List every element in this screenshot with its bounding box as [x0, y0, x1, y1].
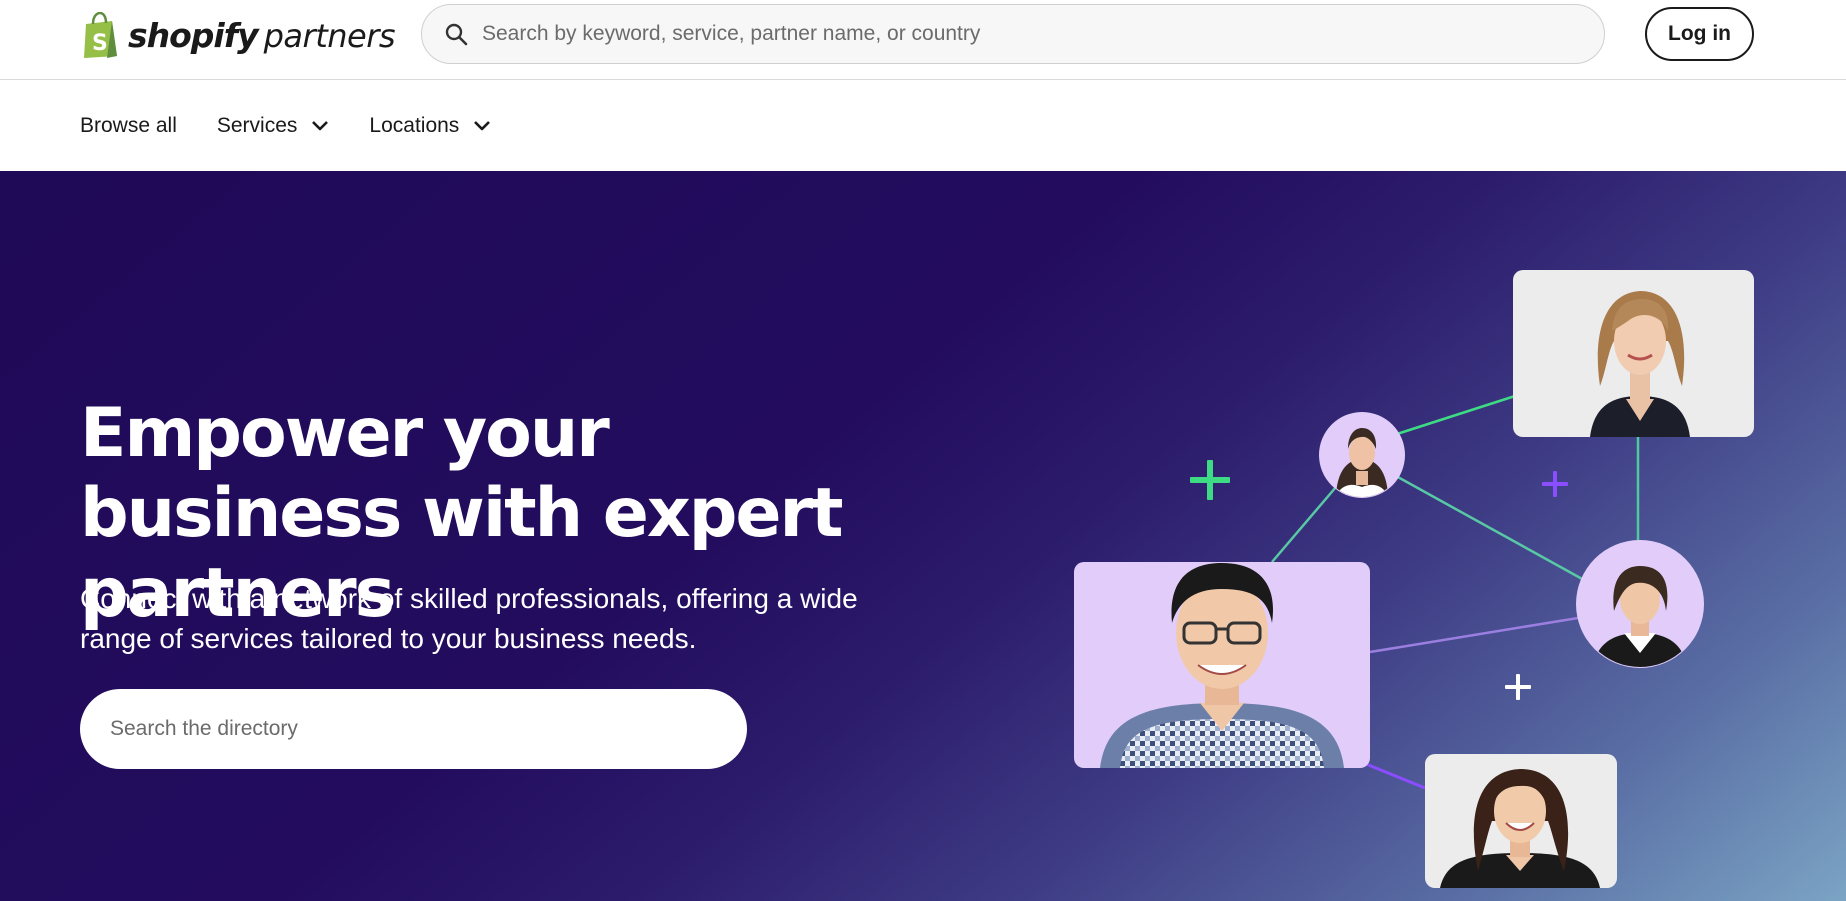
nav-locations-dropdown[interactable]: Locations — [369, 114, 491, 138]
hero-section: Empower your business with expert partne… — [0, 171, 1846, 901]
nav-services-label: Services — [216, 114, 298, 137]
connector-line — [1271, 486, 1337, 563]
directory-search-box[interactable] — [80, 689, 747, 769]
directory-search-input[interactable] — [110, 717, 710, 741]
partner-photo-card — [1513, 270, 1754, 437]
connector-line — [1365, 762, 1426, 790]
logo-word-partners: partners — [263, 16, 396, 55]
nav-browse-all[interactable]: Browse all — [80, 114, 177, 138]
secondary-nav: Browse all Services Locations — [0, 81, 1846, 171]
partner-avatar — [1319, 412, 1405, 498]
plus-icon — [1190, 460, 1230, 500]
plus-icon — [1542, 471, 1568, 497]
hero-subtitle: Connect with a network of skilled profes… — [80, 583, 858, 654]
nav-browse-all-label: Browse all — [80, 114, 177, 137]
search-icon — [445, 23, 468, 46]
partner-avatar — [1576, 540, 1704, 668]
header-search-input[interactable] — [482, 22, 1582, 46]
svg-text:S: S — [92, 31, 108, 56]
header-search-box[interactable] — [421, 4, 1605, 64]
connector-line — [1369, 616, 1579, 654]
connector-line — [1396, 394, 1516, 436]
logo-word-shopify: shopify — [128, 15, 259, 55]
partner-photo-card — [1074, 562, 1370, 768]
nav-locations-label: Locations — [369, 114, 460, 137]
top-header: S shopify partners Log in — [0, 0, 1846, 80]
chevron-down-icon — [312, 121, 329, 131]
nav-services-dropdown[interactable]: Services — [217, 114, 330, 138]
partner-photo-card — [1425, 754, 1617, 888]
plus-icon — [1505, 674, 1531, 700]
shopify-partners-logo[interactable]: S shopify partners — [80, 10, 396, 60]
login-button[interactable]: Log in — [1645, 7, 1754, 61]
shopify-bag-icon: S — [84, 12, 117, 58]
chevron-down-icon — [474, 121, 491, 131]
